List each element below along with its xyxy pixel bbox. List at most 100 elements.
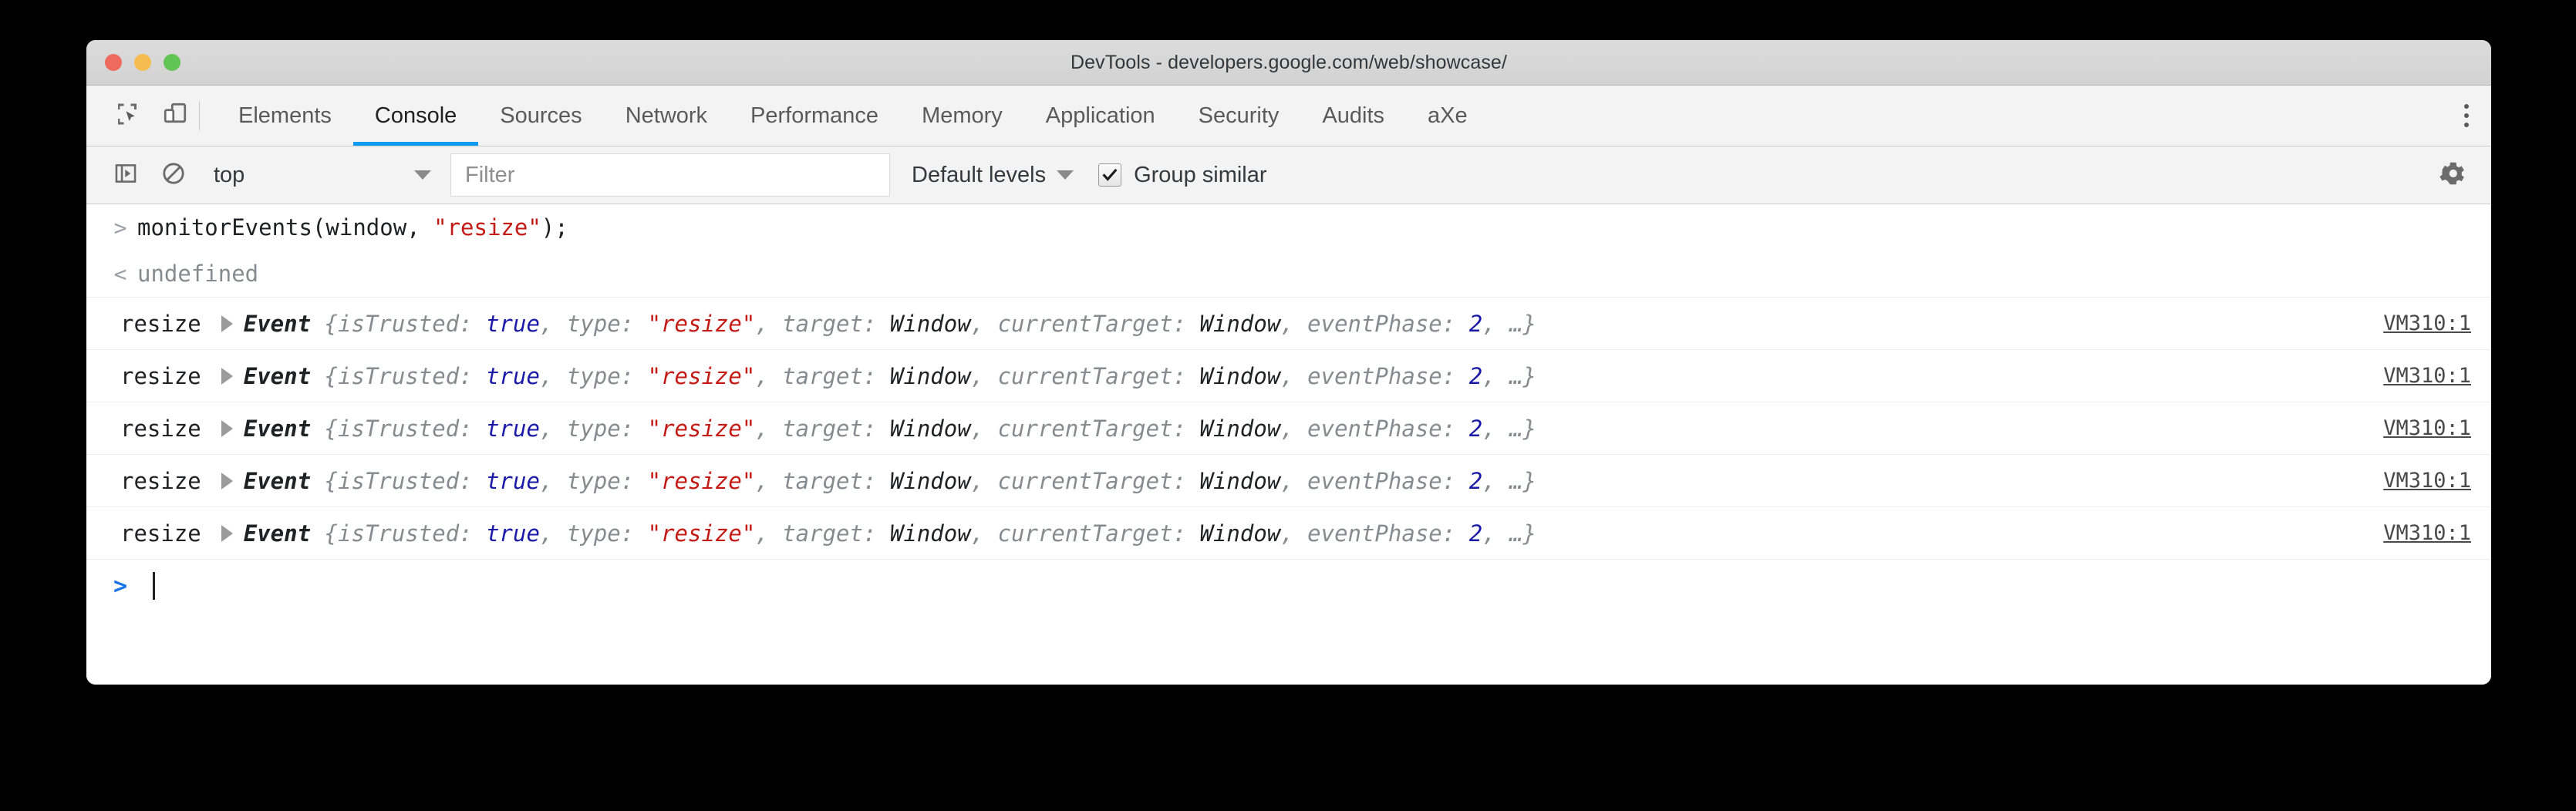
- prop-value: 2: [1468, 362, 1483, 389]
- brace: {: [324, 310, 339, 337]
- tab-label: Performance: [750, 103, 879, 128]
- more-tools-icon: [2464, 104, 2469, 109]
- prop-key: , eventPhase:: [1280, 467, 1469, 494]
- event-preview[interactable]: Event {isTrusted: true, type: "resize", …: [244, 468, 1536, 494]
- prop-value: Window: [1199, 415, 1281, 442]
- tab-axe[interactable]: aXe: [1406, 86, 1489, 146]
- device-toolbar-icon: [161, 100, 189, 132]
- brace: {: [324, 415, 339, 442]
- inspect-element-button[interactable]: [103, 86, 151, 146]
- prop-value: Window: [1199, 362, 1281, 389]
- tab-label: Elements: [238, 103, 332, 128]
- prop-key: , currentTarget:: [970, 415, 1200, 442]
- event-constructor: Event: [243, 415, 312, 442]
- expand-triangle-icon[interactable]: [221, 419, 233, 437]
- settings-button[interactable]: [2414, 159, 2491, 192]
- prop-value: Window: [889, 467, 971, 494]
- prop-key: , target:: [755, 415, 890, 442]
- prop-key: , eventPhase:: [1280, 415, 1469, 442]
- filter-field[interactable]: [450, 153, 890, 197]
- minimize-button[interactable]: [134, 54, 151, 71]
- prop-key: , type:: [539, 310, 648, 337]
- event-preview[interactable]: Event {isTrusted: true, type: "resize", …: [244, 416, 1536, 442]
- ellipsis: , …}: [1482, 362, 1536, 389]
- brace: {: [324, 520, 339, 547]
- code-string: "resize": [433, 214, 541, 241]
- expand-triangle-icon[interactable]: [221, 367, 233, 385]
- prop-value: true: [486, 415, 540, 442]
- prop-key: isTrusted:: [338, 520, 487, 547]
- traffic-lights: [105, 54, 180, 71]
- console-messages: > monitorEvents(window, "resize"); < und…: [86, 204, 2491, 685]
- prop-value: Window: [1199, 467, 1281, 494]
- tab-elements[interactable]: Elements: [217, 86, 353, 146]
- console-sidebar-button[interactable]: [102, 160, 150, 190]
- group-similar-control[interactable]: Group similar: [1098, 163, 1267, 188]
- tab-console[interactable]: Console: [352, 86, 479, 146]
- tab-audits[interactable]: Audits: [1300, 86, 1406, 146]
- source-link[interactable]: VM310:1: [2383, 364, 2471, 388]
- console-result: < undefined: [86, 251, 2491, 297]
- prop-value: "resize": [647, 310, 756, 337]
- chevron-down-icon: [414, 170, 431, 180]
- event-preview[interactable]: Event {isTrusted: true, type: "resize", …: [244, 363, 1536, 389]
- source-link[interactable]: VM310:1: [2383, 311, 2471, 335]
- prop-value: 2: [1468, 467, 1483, 494]
- log-level-label: Default levels: [912, 162, 1047, 187]
- tab-memory[interactable]: Memory: [900, 86, 1024, 146]
- filter-input[interactable]: [464, 161, 877, 189]
- source-link[interactable]: VM310:1: [2383, 521, 2471, 545]
- tab-label: Sources: [500, 103, 582, 128]
- prompt-caret-icon: >: [113, 572, 128, 600]
- close-button[interactable]: [105, 54, 122, 71]
- expand-triangle-icon[interactable]: [221, 472, 233, 490]
- event-preview[interactable]: Event {isTrusted: true, type: "resize", …: [244, 311, 1536, 337]
- zoom-button[interactable]: [164, 54, 180, 71]
- tab-security[interactable]: Security: [1177, 86, 1301, 146]
- group-similar-checkbox[interactable]: [1098, 163, 1122, 187]
- source-link[interactable]: VM310:1: [2383, 469, 2471, 493]
- event-name: resize: [120, 415, 201, 442]
- prop-key: , type:: [539, 362, 648, 389]
- prop-key: , eventPhase:: [1280, 520, 1469, 547]
- expand-triangle-icon[interactable]: [221, 524, 233, 542]
- checkmark-icon: [1102, 168, 1118, 181]
- prop-value: 2: [1468, 520, 1483, 547]
- prop-key: , eventPhase:: [1280, 310, 1469, 337]
- console-prompt[interactable]: >: [86, 559, 2491, 612]
- console-event-row: resize Event {isTrusted: true, type: "re…: [86, 349, 2491, 402]
- clear-console-button[interactable]: [150, 160, 197, 190]
- prop-key: isTrusted:: [338, 467, 487, 494]
- tab-label: Console: [374, 103, 457, 128]
- execution-context-label: top: [214, 162, 245, 187]
- console-toolbar: top Default levels Group similar: [86, 146, 2491, 204]
- ellipsis: , …}: [1482, 467, 1536, 494]
- ellipsis: , …}: [1482, 520, 1536, 547]
- log-level-selector[interactable]: Default levels: [912, 163, 1074, 188]
- tab-network[interactable]: Network: [604, 86, 729, 146]
- prop-key: isTrusted:: [338, 310, 487, 337]
- prop-key: , target:: [755, 362, 890, 389]
- code-plain: monitorEvents(window,: [137, 214, 434, 241]
- console-result-text: undefined: [137, 261, 259, 287]
- prop-value: Window: [889, 362, 971, 389]
- event-name: resize: [120, 467, 201, 494]
- tab-application[interactable]: Application: [1024, 86, 1177, 146]
- event-name: resize: [120, 362, 201, 389]
- console-sidebar-icon: [113, 160, 139, 190]
- tab-label: aXe: [1428, 103, 1468, 128]
- prop-key: , currentTarget:: [970, 362, 1200, 389]
- device-toolbar-button[interactable]: [151, 86, 199, 146]
- prop-value: Window: [889, 520, 971, 547]
- window-title: DevTools - developers.google.com/web/sho…: [1070, 51, 1507, 73]
- prop-key: , type:: [539, 520, 648, 547]
- source-link[interactable]: VM310:1: [2383, 416, 2471, 440]
- event-preview[interactable]: Event {isTrusted: true, type: "resize", …: [244, 520, 1536, 547]
- expand-triangle-icon[interactable]: [221, 315, 233, 332]
- tab-label: Security: [1198, 103, 1280, 128]
- more-tools-button[interactable]: [2442, 104, 2491, 127]
- tab-performance[interactable]: Performance: [729, 86, 900, 146]
- prop-value: true: [486, 520, 540, 547]
- execution-context-selector[interactable]: top: [198, 146, 445, 204]
- tab-sources[interactable]: Sources: [478, 86, 603, 146]
